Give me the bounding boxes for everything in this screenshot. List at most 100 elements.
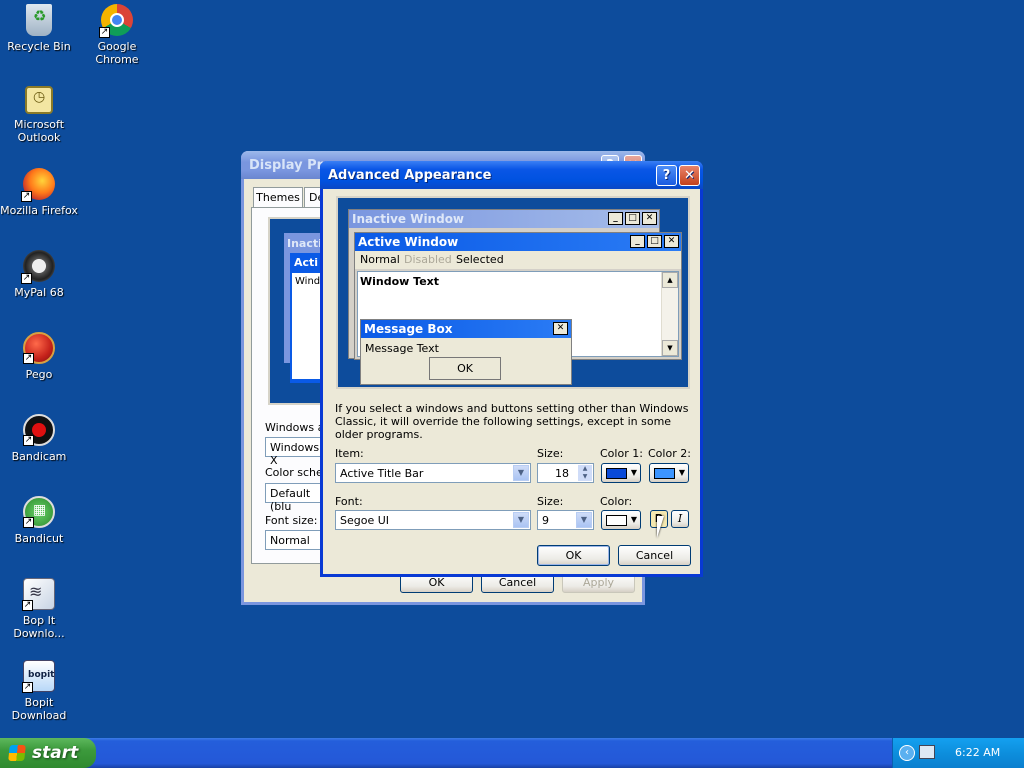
shortcut-arrow-icon: ↗ xyxy=(23,353,34,364)
tab-themes[interactable]: Themes xyxy=(253,187,303,207)
close-icon: ✕ xyxy=(664,235,679,248)
desktop-icon-bandicut[interactable]: ▦ ↗ Bandicut xyxy=(0,496,78,545)
maximize-icon: □ xyxy=(625,212,640,225)
item-size-label: Size: xyxy=(537,447,564,460)
pego-icon: ↗ xyxy=(23,332,55,364)
desktop-icon-bop-it[interactable]: ≋ ↗ Bop It Downlo... xyxy=(0,578,78,640)
font-color-swatch xyxy=(606,515,627,526)
preview-msgbox-text: Message Text xyxy=(365,342,439,355)
windows-logo-icon xyxy=(8,745,26,761)
preview-menu-bar: Normal Disabled Selected xyxy=(355,251,681,269)
ok-button[interactable]: OK xyxy=(537,545,610,566)
desktop-icon-mypal[interactable]: ↗ MyPal 68 xyxy=(0,250,78,299)
color2-button[interactable]: ▼ xyxy=(649,463,689,483)
item-size-spinner[interactable]: 18 ▲ ▼ xyxy=(537,463,594,483)
chevron-down-icon: ▼ xyxy=(576,512,592,528)
color2-label: Color 2: xyxy=(648,447,691,460)
font-size-select[interactable]: 9 ▼ xyxy=(537,510,594,530)
font-select[interactable]: Segoe UI ▼ xyxy=(335,510,531,530)
shortcut-arrow-icon: ↗ xyxy=(23,435,34,446)
color2-swatch xyxy=(654,468,675,479)
shortcut-arrow-icon: ↗ xyxy=(22,600,33,611)
preview-inactive-title: Inactive Window xyxy=(352,212,465,226)
italic-button[interactable]: I xyxy=(671,510,689,528)
shortcut-arrow-icon: ↗ xyxy=(21,191,32,202)
system-tray: ‹ 6:22 AM xyxy=(892,738,1024,768)
network-icon[interactable] xyxy=(919,745,935,759)
desktop-icon-google-chrome[interactable]: ↗ Google Chrome xyxy=(78,4,156,66)
outlook-icon: ◷ xyxy=(25,86,53,114)
preview-menu-normal[interactable]: Normal xyxy=(360,253,400,266)
scroll-down-arrow-icon[interactable]: ▼ xyxy=(662,340,678,356)
font-size-label: Font size: xyxy=(265,514,318,527)
advanced-appearance-window: Advanced Appearance ? ✕ Inactive Window … xyxy=(320,161,703,577)
clock[interactable]: 6:22 AM xyxy=(955,746,1000,759)
start-button[interactable]: start xyxy=(0,738,96,768)
font-label: Font: xyxy=(335,495,363,508)
display-preview: Inacti Acti Windo xyxy=(268,217,334,405)
desktop-icon-pego[interactable]: ↗ Pego xyxy=(0,332,78,381)
font-size-value: 9 xyxy=(542,514,549,527)
preview-msgbox-ok-button[interactable]: OK xyxy=(429,357,501,380)
cancel-button[interactable]: Cancel xyxy=(618,545,691,566)
close-icon: ✕ xyxy=(642,212,657,225)
preview-active-title: Active Window xyxy=(358,235,459,249)
minimize-icon: _ xyxy=(608,212,623,225)
preview-active-titlebar: Active Window _ □ ✕ xyxy=(355,233,681,251)
windows-style-select[interactable]: Windows X xyxy=(265,437,325,467)
shortcut-arrow-icon: ↗ xyxy=(22,682,33,693)
maximize-icon: □ xyxy=(647,235,662,248)
chevron-down-icon: ▼ xyxy=(513,465,529,481)
desktop-icon-recycle-bin[interactable]: ♻ Recycle Bin xyxy=(0,4,78,53)
shortcut-arrow-icon: ↗ xyxy=(99,27,110,38)
tray-expand-icon[interactable]: ‹ xyxy=(899,745,915,761)
chrome-icon: ↗ xyxy=(99,4,133,38)
color-scheme-select[interactable]: Default (blu xyxy=(265,483,325,513)
firefox-icon: ↗ xyxy=(21,168,55,202)
start-label: start xyxy=(32,743,79,763)
item-select[interactable]: Active Title Bar ▼ xyxy=(335,463,531,483)
color1-button[interactable]: ▼ xyxy=(601,463,641,483)
spinner-arrows-icon[interactable]: ▲ ▼ xyxy=(578,465,592,481)
shortcut-arrow-icon: ↗ xyxy=(21,273,32,284)
preview-msgbox-titlebar: Message Box ✕ xyxy=(361,320,571,338)
override-note: If you select a windows and buttons sett… xyxy=(335,402,689,441)
advanced-appearance-titlebar[interactable]: Advanced Appearance ? ✕ xyxy=(320,161,703,189)
bandicam-icon: ↗ xyxy=(23,414,55,446)
preview-message-box[interactable]: Message Box ✕ Message Text OK xyxy=(360,319,572,385)
mypal-icon: ↗ xyxy=(21,250,55,284)
desktop-icon-microsoft-outlook[interactable]: ◷ Microsoft Outlook xyxy=(0,86,78,144)
desktop-icon-mozilla-firefox[interactable]: ↗ Mozilla Firefox xyxy=(0,168,78,217)
help-button[interactable]: ? xyxy=(656,165,677,186)
windows-style-label: Windows a xyxy=(265,421,325,434)
desktop-icon-bopit-download[interactable]: bopit ↗ Bopit Download xyxy=(0,660,78,722)
mouse-cursor-icon xyxy=(657,516,664,538)
close-button[interactable]: ✕ xyxy=(679,165,700,186)
dropdown-arrow-icon: ▼ xyxy=(630,515,637,524)
chevron-down-icon: ▼ xyxy=(513,512,529,528)
recycle-bin-icon: ♻ xyxy=(26,4,52,36)
appearance-preview: Inactive Window _ □ ✕ Active Window _ □ … xyxy=(336,196,690,389)
preview-menu-disabled[interactable]: Disabled xyxy=(404,253,452,266)
item-size-value: 18 xyxy=(555,467,569,480)
bopit-download-icon: bopit ↗ xyxy=(22,660,55,693)
item-label: Item: xyxy=(335,447,364,460)
preview-menu-selected[interactable]: Selected xyxy=(456,253,504,266)
color1-swatch xyxy=(606,468,627,479)
font-color-button[interactable]: ▼ xyxy=(601,510,641,530)
bandicut-icon: ▦ ↗ xyxy=(23,496,55,528)
bop-it-icon: ≋ ↗ xyxy=(22,578,55,611)
item-select-value: Active Title Bar xyxy=(340,467,424,480)
font-size-label: Size: xyxy=(537,495,564,508)
preview-scrollbar[interactable]: ▲ ▼ xyxy=(661,272,678,356)
color1-label: Color 1: xyxy=(600,447,643,460)
desktop-icon-bandicam[interactable]: ↗ Bandicam xyxy=(0,414,78,463)
font-size-select[interactable]: Normal xyxy=(265,530,325,550)
scroll-up-arrow-icon[interactable]: ▲ xyxy=(662,272,678,288)
preview-window-text: Window Text xyxy=(360,275,440,288)
font-color-label: Color: xyxy=(600,495,633,508)
preview-inactive-titlebar: Inactive Window _ □ ✕ xyxy=(349,210,659,228)
minimize-icon: _ xyxy=(630,235,645,248)
close-icon: ✕ xyxy=(553,322,568,335)
advanced-appearance-title: Advanced Appearance xyxy=(328,168,492,183)
